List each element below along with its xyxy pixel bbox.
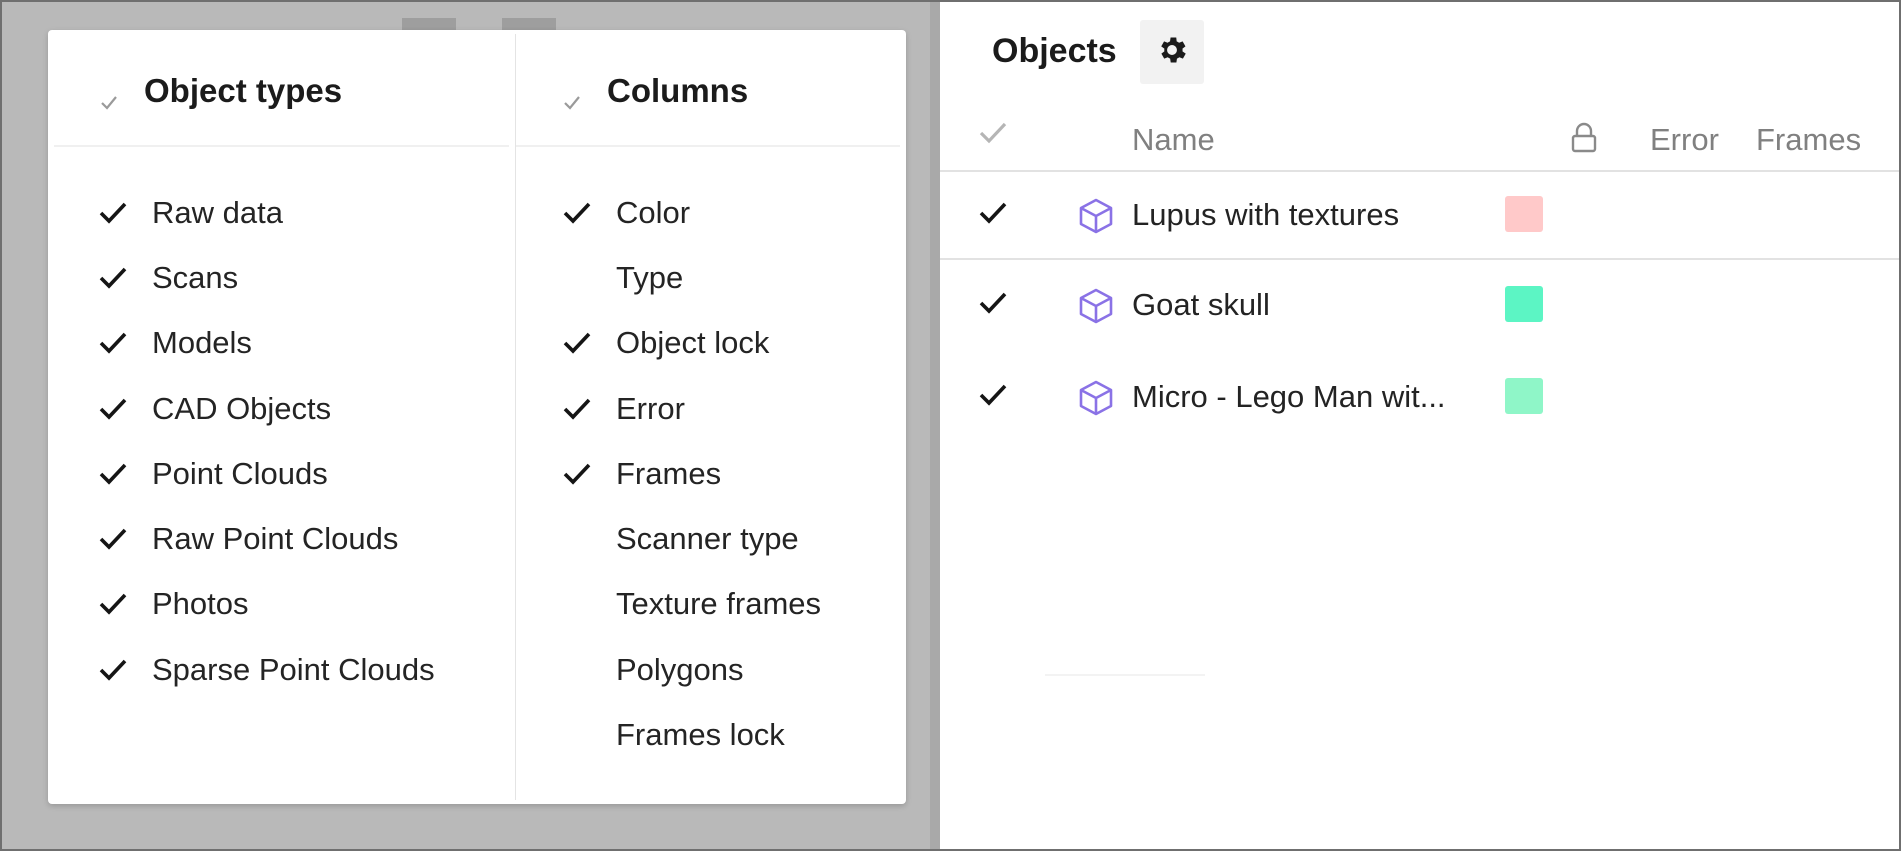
object-types-title: Object types <box>144 72 343 109</box>
cube-icon <box>1076 378 1116 423</box>
filter-option[interactable]: Error <box>562 376 821 441</box>
filter-option[interactable]: Polygons <box>562 637 821 702</box>
filter-option-label: Point Clouds <box>152 455 328 491</box>
checkmark-icon[interactable] <box>98 589 152 619</box>
color-swatch[interactable] <box>1505 378 1543 414</box>
columns-title: Columns <box>607 72 749 109</box>
filter-option[interactable]: Point Clouds <box>98 441 435 506</box>
filter-option[interactable]: Texture frames <box>562 572 821 637</box>
filter-option[interactable]: Type <box>562 245 821 310</box>
filter-option[interactable]: CAD Objects <box>98 376 435 441</box>
checkmark-icon[interactable] <box>978 382 1008 413</box>
checkmark-icon[interactable] <box>98 263 152 293</box>
columns-header[interactable]: Columns <box>563 72 748 110</box>
filter-option-label: Raw Point Clouds <box>152 521 399 557</box>
column-header-frames[interactable]: Frames <box>1756 122 1861 158</box>
filter-option-label: Models <box>152 325 252 361</box>
checkbox-empty[interactable] <box>562 524 616 554</box>
filter-option[interactable]: Frames lock <box>562 702 821 767</box>
lock-icon[interactable] <box>1570 122 1598 159</box>
filter-option[interactable]: Raw Point Clouds <box>98 506 435 571</box>
section-header-divider <box>54 145 509 147</box>
filter-option-label: Polygons <box>616 651 744 687</box>
checkmark-icon[interactable] <box>562 394 616 424</box>
table-row[interactable]: Lupus with textures <box>940 176 1899 256</box>
cube-icon <box>1076 286 1116 331</box>
divider <box>1045 674 1205 676</box>
checkmark-icon[interactable] <box>562 459 616 489</box>
column-header-error[interactable]: Error <box>1650 122 1719 158</box>
filter-option[interactable]: Raw data <box>98 180 435 245</box>
filter-option-label: Scanner type <box>616 521 799 557</box>
popup-column-divider <box>515 34 516 800</box>
filter-option-label: Object lock <box>616 325 770 361</box>
settings-button[interactable] <box>1140 20 1204 84</box>
checkmark-icon[interactable] <box>98 459 152 489</box>
section-header-divider <box>516 145 900 147</box>
cube-icon <box>1076 196 1116 241</box>
checkmark-icon[interactable] <box>98 328 152 358</box>
filter-popup: Object types Raw data Scans Models CAD Obje… <box>48 30 906 804</box>
filter-option[interactable]: Frames <box>562 441 821 506</box>
filter-option-label: Raw data <box>152 194 283 230</box>
object-name: Goat skull <box>1132 287 1270 322</box>
checkbox-empty[interactable] <box>562 720 616 750</box>
checkmark-icon[interactable] <box>978 290 1008 321</box>
checkmark-icon[interactable] <box>98 198 152 228</box>
filter-option-label: Scans <box>152 259 239 295</box>
panel-title: Objects <box>992 32 1117 70</box>
objects-panel: Objects Name Error Frames Lupus with tex… <box>940 2 1899 849</box>
panel-splitter[interactable] <box>930 0 940 851</box>
checkmark-icon[interactable] <box>98 394 152 424</box>
filter-option-label: Frames lock <box>616 717 785 753</box>
filter-option-label: Photos <box>152 586 249 622</box>
filter-option[interactable]: Sparse Point Clouds <box>98 637 435 702</box>
select-all-check-icon[interactable] <box>978 120 1008 151</box>
checkmark-icon[interactable] <box>98 655 152 685</box>
color-swatch[interactable] <box>1505 196 1543 232</box>
filter-option[interactable]: Scans <box>98 245 435 310</box>
checkmark-icon[interactable] <box>562 198 616 228</box>
checkbox-empty[interactable] <box>562 589 616 619</box>
filter-option[interactable]: Color <box>562 180 821 245</box>
object-name: Lupus with textures <box>1132 197 1400 232</box>
checkbox-empty[interactable] <box>562 655 616 685</box>
checkmark-icon[interactable] <box>978 200 1008 231</box>
filter-option-label: Texture frames <box>616 586 822 622</box>
filter-option[interactable]: Object lock <box>562 311 821 376</box>
object-types-list: Raw data Scans Models CAD Objects Point Clou… <box>98 180 435 702</box>
filter-option[interactable]: Scanner type <box>562 506 821 571</box>
table-row[interactable]: Goat skull <box>940 266 1899 346</box>
checkmark-icon[interactable] <box>98 524 152 554</box>
filter-option[interactable]: Models <box>98 311 435 376</box>
filter-option-label: Type <box>616 259 684 295</box>
table-row[interactable]: Micro - Lego Man wit... <box>940 358 1899 438</box>
filter-option[interactable]: Photos <box>98 572 435 637</box>
filter-option-label: Error <box>616 390 685 426</box>
filter-option-label: CAD Objects <box>152 390 332 426</box>
gear-icon <box>1155 33 1189 72</box>
header-divider <box>940 170 1899 172</box>
filter-option-label: Sparse Point Clouds <box>152 651 435 687</box>
object-types-header[interactable]: Object types <box>100 72 342 110</box>
select-all-check-icon[interactable] <box>563 82 581 110</box>
select-all-check-icon[interactable] <box>100 82 118 110</box>
checkmark-icon[interactable] <box>562 328 616 358</box>
columns-list: Color Type Object lock Error Frames Scanner t… <box>562 180 821 768</box>
color-swatch[interactable] <box>1505 286 1543 322</box>
filter-option-label: Color <box>616 194 691 230</box>
object-name: Micro - Lego Man wit... <box>1132 379 1446 414</box>
row-divider <box>940 258 1899 260</box>
filter-option-label: Frames <box>616 455 722 491</box>
checkbox-empty[interactable] <box>562 263 616 293</box>
column-header-name[interactable]: Name <box>1132 122 1215 158</box>
